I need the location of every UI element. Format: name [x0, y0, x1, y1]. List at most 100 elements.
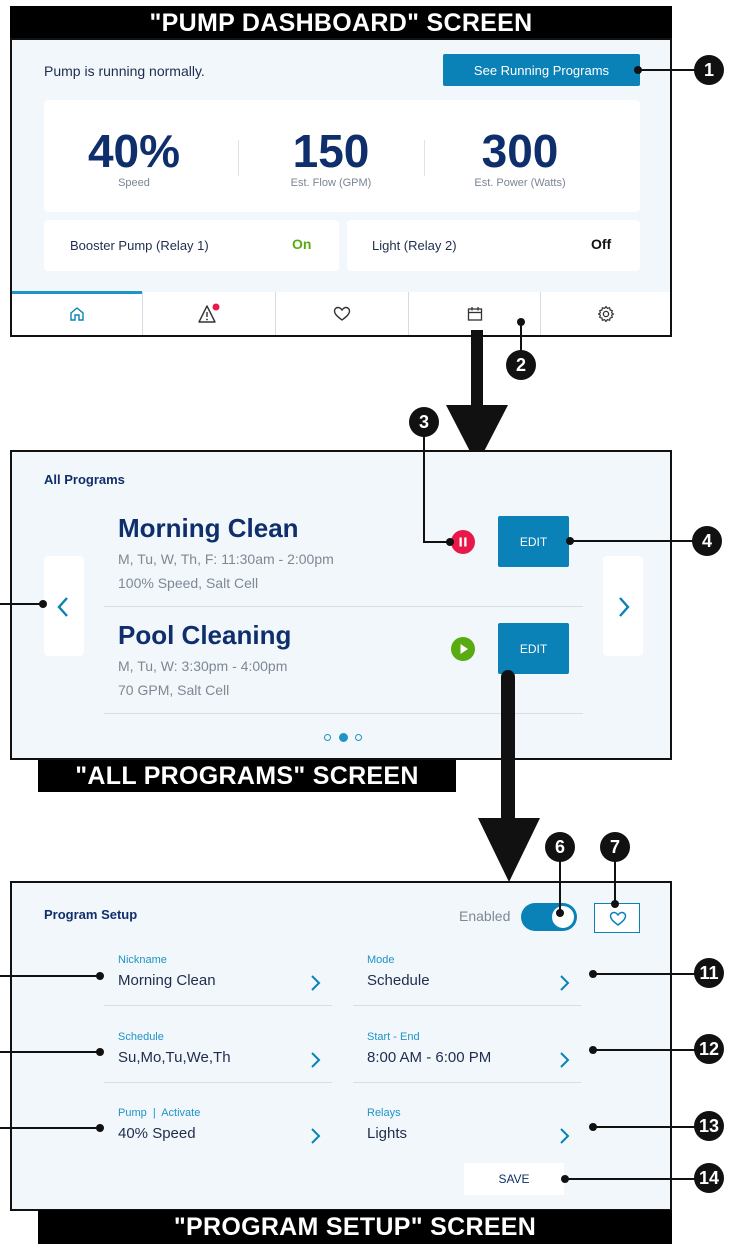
tab-home[interactable] — [12, 292, 142, 335]
enabled-label: Enabled — [459, 908, 511, 924]
callout-anchor — [96, 1124, 104, 1132]
alert-icon — [198, 303, 220, 323]
chevron-right-icon[interactable] — [556, 974, 572, 992]
all-programs-screen-banner: "ALL PROGRAMS" SCREEN — [38, 760, 456, 792]
callout-6: 6 — [545, 832, 575, 862]
callout-2: 2 — [506, 350, 536, 380]
callout-anchor — [96, 972, 104, 980]
callout-14: 14 — [694, 1163, 724, 1193]
all-programs-title: All Programs — [44, 472, 125, 487]
callout-anchor — [446, 538, 454, 546]
relay-2-state: Off — [591, 236, 612, 252]
tab-alerts[interactable] — [143, 292, 275, 335]
relay-2-label: Light (Relay 2) — [372, 238, 457, 253]
callout-leader — [593, 1126, 696, 1128]
heart-icon — [333, 306, 351, 321]
callout-leader — [0, 1127, 100, 1129]
relay-1-state: On — [292, 236, 312, 252]
save-button[interactable]: SAVE — [464, 1163, 564, 1195]
flow-label: Est. Flow (GPM) — [290, 177, 372, 189]
callout-anchor — [556, 909, 564, 917]
callout-leader — [638, 69, 696, 71]
mode-value[interactable]: Schedule — [367, 972, 430, 989]
nickname-label: Nickname — [118, 954, 167, 966]
flow-arrow-shaft — [501, 670, 515, 820]
callout-7: 7 — [600, 832, 630, 862]
chevron-right-icon[interactable] — [556, 1051, 572, 1069]
relays-label: Relays — [367, 1107, 401, 1119]
calendar-icon — [467, 306, 482, 321]
prev-page-button[interactable] — [44, 556, 84, 656]
program-schedule: M, Tu, W: 3:30pm - 4:00pm — [118, 658, 288, 674]
speed-label: Speed — [118, 177, 150, 189]
callout-leader — [570, 540, 694, 542]
flow-arrow-head — [478, 818, 540, 882]
page-dot-3[interactable] — [355, 734, 362, 741]
gear-icon — [597, 305, 614, 322]
program-setup-screen-banner: "PROGRAM SETUP" SCREEN — [38, 1210, 672, 1244]
play-icon — [460, 644, 468, 654]
tab-settings[interactable] — [541, 292, 670, 335]
callout-leader — [0, 1051, 100, 1053]
callout-leader — [0, 603, 42, 605]
chevron-right-icon — [619, 597, 630, 617]
page-dot-2[interactable] — [339, 733, 348, 742]
program-name: Pool Cleaning — [118, 620, 292, 650]
nickname-value[interactable]: Morning Clean — [118, 972, 216, 989]
callout-leader — [614, 861, 616, 905]
chevron-left-icon — [57, 597, 68, 617]
pump-status-text: Pump is running normally. — [44, 63, 205, 79]
favorite-button[interactable] — [594, 903, 640, 933]
field-divider — [353, 1082, 581, 1083]
dashboard-screen-banner: "PUMP DASHBOARD" SCREEN — [10, 6, 672, 40]
flow-value: 150 — [292, 125, 370, 177]
chevron-right-icon[interactable] — [307, 974, 323, 992]
callout-leader — [520, 322, 522, 352]
callout-leader — [423, 436, 425, 542]
pause-icon — [459, 537, 467, 547]
callout-11: 11 — [694, 958, 724, 988]
start-end-label: Start - End — [367, 1031, 420, 1043]
chevron-right-icon[interactable] — [307, 1051, 323, 1069]
callout-anchor — [96, 1048, 104, 1056]
metric-divider — [238, 140, 239, 176]
pump-activate-value[interactable]: 40% Speed — [118, 1125, 196, 1142]
callout-1: 1 — [694, 55, 724, 85]
chevron-right-icon[interactable] — [307, 1127, 323, 1145]
relay-1-label: Booster Pump (Relay 1) — [70, 238, 209, 253]
enabled-toggle[interactable] — [521, 903, 577, 931]
tab-favorites[interactable] — [276, 292, 408, 335]
pause-button[interactable] — [451, 530, 475, 554]
callout-3: 3 — [409, 407, 439, 437]
callout-anchor — [39, 600, 47, 608]
power-label: Est. Power (Watts) — [474, 177, 566, 189]
callout-leader — [559, 861, 561, 913]
schedule-value[interactable]: Su,Mo,Tu,We,Th — [118, 1049, 231, 1066]
page-dot-1[interactable] — [324, 734, 331, 741]
relays-value[interactable]: Lights — [367, 1125, 407, 1142]
program-setup-screen — [10, 881, 672, 1211]
see-running-programs-button[interactable]: See Running Programs — [443, 54, 640, 86]
pump-activate-label: Pump | Activate — [118, 1107, 201, 1119]
heart-icon — [609, 911, 627, 926]
program-name: Morning Clean — [118, 513, 299, 543]
active-tab-indicator — [12, 291, 142, 294]
callout-leader — [593, 1049, 696, 1051]
callout-4: 4 — [692, 526, 722, 556]
start-end-value[interactable]: 8:00 AM - 6:00 PM — [367, 1049, 491, 1066]
callout-13: 13 — [694, 1111, 724, 1141]
edit-button[interactable]: EDIT — [498, 516, 569, 567]
program-details: 100% Speed, Salt Cell — [118, 575, 259, 591]
edit-button[interactable]: EDIT — [498, 623, 569, 674]
callout-leader — [565, 1178, 696, 1180]
callout-12: 12 — [694, 1034, 724, 1064]
field-divider — [104, 1082, 332, 1083]
field-divider — [104, 1005, 332, 1006]
program-details: 70 GPM, Salt Cell — [118, 682, 230, 698]
play-button[interactable] — [451, 637, 475, 661]
callout-leader — [593, 973, 696, 975]
chevron-right-icon[interactable] — [556, 1127, 572, 1145]
callout-anchor — [611, 900, 619, 908]
next-page-button[interactable] — [603, 556, 643, 656]
field-divider — [353, 1005, 581, 1006]
